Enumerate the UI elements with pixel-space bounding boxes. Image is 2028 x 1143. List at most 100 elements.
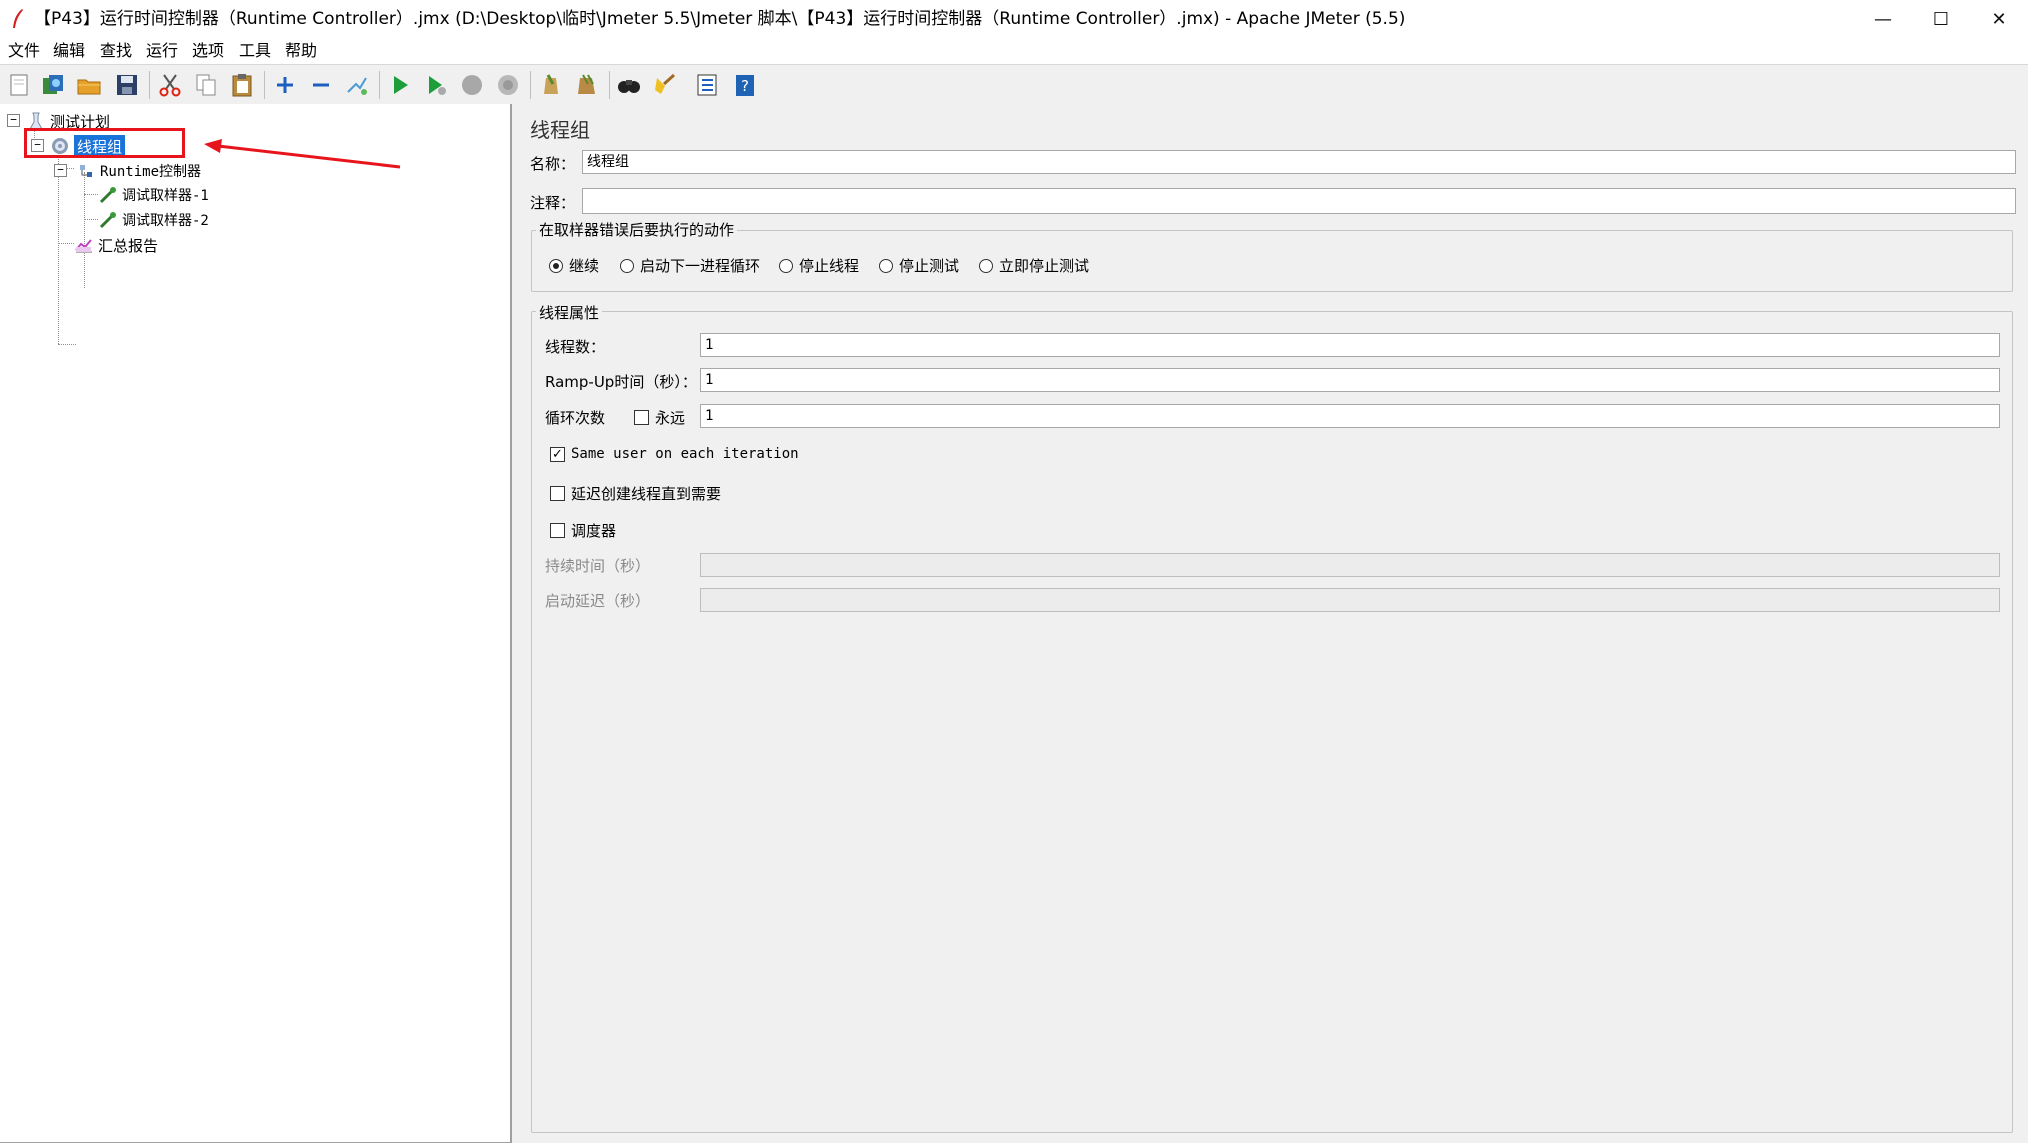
splitter-handle[interactable] (512, 104, 526, 1142)
tree-connector (84, 219, 98, 220)
close-button[interactable]: ✕ (1970, 0, 2028, 38)
clear-all-button[interactable] (572, 70, 602, 100)
search-icon (618, 80, 640, 93)
checkbox-label: 调度器 (571, 522, 617, 540)
copy-button[interactable] (191, 70, 221, 100)
loop-count-field[interactable]: 1 (700, 404, 2000, 428)
shutdown-button[interactable] (493, 70, 523, 100)
duration-label: 持续时间（秒） (545, 557, 651, 575)
maximize-button[interactable]: ☐ (1912, 0, 1970, 38)
ramp-up-field[interactable]: 1 (700, 368, 2000, 392)
window-title: 【P43】运行时间控制器（Runtime Controller）.jmx (D:… (34, 9, 1406, 29)
scheduler-checkbox[interactable]: 调度器 (550, 520, 616, 541)
menu-help[interactable]: 帮助 (285, 38, 317, 64)
cut-button[interactable] (155, 70, 185, 100)
tree-node-debug-sampler-1[interactable]: 调试取样器-1 (98, 183, 209, 207)
menu-edit[interactable]: 编辑 (53, 38, 85, 64)
radio-stop-test-now[interactable]: 立即停止测试 (979, 255, 1089, 276)
thread-count-field[interactable]: 1 (700, 333, 2000, 357)
function-helper-button[interactable] (692, 70, 722, 100)
copy-icon (196, 74, 216, 96)
toolbar-separator (264, 71, 265, 99)
radio-label: 启动下一进程循环 (640, 257, 761, 275)
tree-collapse-toggle[interactable]: − (54, 164, 67, 177)
collapse-all-button[interactable] (306, 70, 336, 100)
menu-file[interactable]: 文件 (8, 38, 40, 64)
jmeter-feather-icon (13, 9, 23, 28)
clear-all-icon (578, 74, 595, 94)
search-button[interactable] (614, 70, 644, 100)
forever-checkbox[interactable]: 永远 (634, 407, 685, 428)
comment-field[interactable] (582, 188, 2016, 214)
delay-thread-creation-checkbox[interactable]: 延迟创建线程直到需要 (550, 483, 721, 504)
radio-label: 停止线程 (799, 257, 860, 275)
toggle-button[interactable] (342, 70, 372, 100)
checkbox-indicator: ✓ (550, 446, 565, 462)
comment-label: 注释： (530, 194, 576, 212)
collapse-icon (313, 83, 329, 87)
checkbox-indicator (550, 486, 565, 501)
menu-tools[interactable]: 工具 (239, 38, 271, 64)
name-label: 名称： (530, 155, 576, 173)
svg-text:?: ? (741, 77, 749, 95)
error-group-title: 在取样器错误后要执行的动作 (536, 219, 738, 240)
toolbar-separator (609, 71, 610, 99)
radio-label: 立即停止测试 (999, 257, 1090, 275)
start-button[interactable] (385, 70, 415, 100)
checkbox-label: 永远 (655, 409, 686, 427)
radio-indicator (620, 258, 634, 273)
radio-start-next-loop[interactable]: 启动下一进程循环 (620, 255, 760, 276)
radio-indicator (879, 258, 893, 273)
save-button[interactable] (112, 70, 142, 100)
title-bar: 【P43】运行时间控制器（Runtime Controller）.jmx (D:… (0, 0, 2028, 38)
templates-icon (43, 75, 63, 94)
same-user-checkbox[interactable]: ✓ Same user on each iteration (550, 446, 799, 462)
start-no-pause-button[interactable] (421, 70, 451, 100)
help-button[interactable]: ? (730, 70, 760, 100)
checkbox-label: Same user on each iteration (571, 446, 799, 462)
save-icon (117, 75, 137, 95)
stop-button[interactable] (457, 70, 487, 100)
radio-indicator (779, 258, 793, 273)
clear-icon (544, 74, 558, 94)
report-chart-icon (74, 235, 94, 255)
tree-node-runtime-controller[interactable]: Runtime控制器 (76, 159, 201, 183)
menu-options[interactable]: 选项 (192, 38, 224, 64)
expand-all-button[interactable] (270, 70, 300, 100)
tree-node-debug-sampler-2[interactable]: 调试取样器-2 (98, 208, 209, 232)
cut-icon (159, 74, 181, 97)
radio-stop-test[interactable]: 停止测试 (879, 255, 959, 276)
tree-node-summary-report[interactable]: 汇总报告 (74, 233, 158, 257)
reset-search-button[interactable] (650, 70, 680, 100)
new-button[interactable] (4, 70, 34, 100)
menu-run[interactable]: 运行 (146, 38, 178, 64)
help-icon: ? (736, 75, 754, 96)
tree-connector (84, 194, 98, 195)
tree-node-label: 调试取样器-1 (122, 188, 209, 204)
radio-continue[interactable]: 继续 (549, 255, 599, 276)
test-plan-tree[interactable]: − 测试计划 − 线程组 − Runtime控制器 调试取样器-1 调试取样器-… (0, 104, 512, 1143)
tree-node-label: 汇总报告 (98, 236, 159, 255)
tree-node-label: Runtime控制器 (100, 164, 202, 180)
minimize-button[interactable]: — (1854, 0, 1912, 38)
tree-node-label: 调试取样器-2 (122, 213, 209, 229)
startup-delay-label: 启动延迟（秒） (545, 592, 651, 610)
loop-count-label: 循环次数 (545, 409, 606, 427)
checkbox-indicator (634, 410, 649, 425)
toolbar: ? (0, 64, 2028, 106)
paste-button[interactable] (227, 70, 257, 100)
name-field[interactable]: 线程组 (582, 150, 2016, 174)
tree-collapse-toggle[interactable]: − (7, 114, 20, 127)
function-helper-icon (697, 74, 717, 96)
menu-search[interactable]: 查找 (100, 38, 132, 64)
open-button[interactable] (74, 70, 104, 100)
thread-properties-title: 线程属性 (536, 302, 603, 323)
checkbox-label: 延迟创建线程直到需要 (571, 485, 722, 503)
tree-connector (84, 172, 85, 288)
toolbar-separator (379, 71, 380, 99)
clear-button[interactable] (536, 70, 566, 100)
menu-bar: 文件 编辑 查找 运行 选项 工具 帮助 (0, 38, 2028, 64)
radio-stop-thread[interactable]: 停止线程 (779, 255, 859, 276)
thread-count-label: 线程数： (545, 338, 606, 356)
templates-button[interactable] (38, 70, 68, 100)
